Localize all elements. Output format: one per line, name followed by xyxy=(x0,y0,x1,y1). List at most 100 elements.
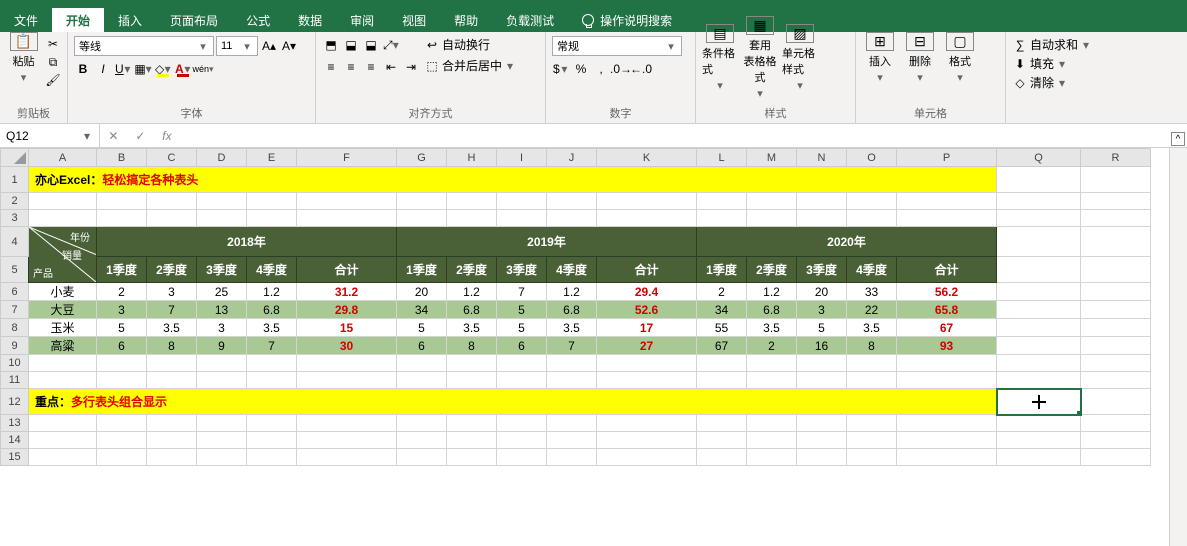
tab-数据[interactable]: 数据 xyxy=(284,8,336,32)
data-cell[interactable]: 56.2 xyxy=(897,283,997,301)
row-header[interactable]: 2 xyxy=(1,193,29,210)
border-icon[interactable]: ▦▾ xyxy=(134,60,152,78)
col-header[interactable]: F xyxy=(297,149,397,167)
autosum-button[interactable]: ∑自动求和▾ xyxy=(1012,36,1092,53)
font-size-combo[interactable]: 11▾ xyxy=(216,36,258,56)
decrease-font-icon[interactable]: A▾ xyxy=(280,37,298,55)
data-cell[interactable]: 31.2 xyxy=(297,283,397,301)
data-cell[interactable]: 5 xyxy=(397,319,447,337)
font-name-combo[interactable]: 等线▾ xyxy=(74,36,214,56)
tab-视图[interactable]: 视图 xyxy=(388,8,440,32)
col-header[interactable]: N xyxy=(797,149,847,167)
row-header[interactable]: 15 xyxy=(1,449,29,466)
data-cell[interactable]: 20 xyxy=(797,283,847,301)
data-cell[interactable]: 20 xyxy=(397,283,447,301)
data-cell[interactable]: 55 xyxy=(697,319,747,337)
data-cell[interactable]: 65.8 xyxy=(897,301,997,319)
col-header[interactable]: R xyxy=(1081,149,1151,167)
enter-icon[interactable]: ✓ xyxy=(135,129,145,143)
data-cell[interactable]: 93 xyxy=(897,337,997,355)
select-all-corner[interactable] xyxy=(1,149,29,167)
row-header[interactable]: 14 xyxy=(1,432,29,449)
data-cell[interactable]: 29.4 xyxy=(597,283,697,301)
spreadsheet-grid[interactable]: ABCDEFGHIJKLMNOPQR1亦心Excel：轻松搞定各种表头234年份… xyxy=(0,148,1151,466)
data-cell[interactable]: 6 xyxy=(497,337,547,355)
delete-cells-button[interactable]: ⊟删除▾ xyxy=(902,36,938,80)
data-cell[interactable]: 3.5 xyxy=(747,319,797,337)
row-header[interactable]: 10 xyxy=(1,355,29,372)
row-header[interactable]: 1 xyxy=(1,167,29,193)
data-cell[interactable]: 7 xyxy=(497,283,547,301)
data-cell[interactable]: 22 xyxy=(847,301,897,319)
data-cell[interactable]: 6.8 xyxy=(247,301,297,319)
fx-icon[interactable]: fx xyxy=(162,129,171,143)
col-header[interactable]: O xyxy=(847,149,897,167)
copy-icon[interactable]: ⧉ xyxy=(45,54,61,70)
col-header[interactable]: M xyxy=(747,149,797,167)
comma-icon[interactable]: , xyxy=(592,60,610,78)
data-cell[interactable]: 7 xyxy=(547,337,597,355)
data-cell[interactable]: 7 xyxy=(247,337,297,355)
accounting-icon[interactable]: $▾ xyxy=(552,60,570,78)
col-header[interactable]: I xyxy=(497,149,547,167)
row-header[interactable]: 3 xyxy=(1,210,29,227)
data-cell[interactable]: 33 xyxy=(847,283,897,301)
format-painter-icon[interactable]: 🖌 xyxy=(45,72,61,88)
data-cell[interactable]: 8 xyxy=(147,337,197,355)
tab-页面布局[interactable]: 页面布局 xyxy=(156,8,232,32)
align-right-icon[interactable]: ≡ xyxy=(362,58,380,76)
collapse-ribbon-button[interactable]: ^ xyxy=(1171,132,1185,146)
data-cell[interactable]: 7 xyxy=(147,301,197,319)
row-header[interactable]: 5 xyxy=(1,257,29,283)
font-color-icon[interactable]: A▾ xyxy=(174,60,192,78)
bold-icon[interactable]: B xyxy=(74,60,92,78)
data-cell[interactable]: 1.2 xyxy=(447,283,497,301)
tab-开始[interactable]: 开始 xyxy=(52,8,104,32)
align-top-icon[interactable]: ⬒ xyxy=(322,36,340,54)
tab-帮助[interactable]: 帮助 xyxy=(440,8,492,32)
col-header[interactable]: L xyxy=(697,149,747,167)
col-header[interactable]: A xyxy=(29,149,97,167)
data-cell[interactable]: 5 xyxy=(497,319,547,337)
formula-input[interactable] xyxy=(180,124,1187,147)
col-header[interactable]: D xyxy=(197,149,247,167)
data-cell[interactable]: 13 xyxy=(197,301,247,319)
data-cell[interactable]: 3.5 xyxy=(847,319,897,337)
data-cell[interactable]: 27 xyxy=(597,337,697,355)
italic-icon[interactable]: I xyxy=(94,60,112,78)
data-cell[interactable]: 29.8 xyxy=(297,301,397,319)
underline-icon[interactable]: U▾ xyxy=(114,60,132,78)
col-header[interactable]: G xyxy=(397,149,447,167)
align-bottom-icon[interactable]: ⬓ xyxy=(362,36,380,54)
tab-文件[interactable]: 文件 xyxy=(0,8,52,32)
data-cell[interactable]: 34 xyxy=(697,301,747,319)
data-cell[interactable]: 3.5 xyxy=(547,319,597,337)
cancel-icon[interactable]: ✕ xyxy=(108,129,118,143)
increase-font-icon[interactable]: A▴ xyxy=(260,37,278,55)
data-cell[interactable]: 67 xyxy=(897,319,997,337)
data-cell[interactable]: 67 xyxy=(697,337,747,355)
data-cell[interactable]: 34 xyxy=(397,301,447,319)
data-cell[interactable]: 9 xyxy=(197,337,247,355)
paste-button[interactable]: 📋 粘贴 ▾ xyxy=(6,36,41,80)
data-cell[interactable]: 1.2 xyxy=(547,283,597,301)
data-cell[interactable]: 15 xyxy=(297,319,397,337)
data-cell[interactable]: 3 xyxy=(147,283,197,301)
col-header[interactable]: K xyxy=(597,149,697,167)
col-header[interactable]: H xyxy=(447,149,497,167)
data-cell[interactable]: 6.8 xyxy=(447,301,497,319)
data-cell[interactable]: 6.8 xyxy=(747,301,797,319)
cut-icon[interactable]: ✂ xyxy=(45,36,61,52)
format-as-table-button[interactable]: ▦套用 表格格式▾ xyxy=(742,36,778,80)
data-cell[interactable]: 3.5 xyxy=(247,319,297,337)
selected-cell[interactable] xyxy=(997,389,1081,415)
data-cell[interactable]: 1.2 xyxy=(747,283,797,301)
data-cell[interactable]: 3 xyxy=(97,301,147,319)
conditional-format-button[interactable]: ▤条件格式▾ xyxy=(702,36,738,80)
data-cell[interactable]: 17 xyxy=(597,319,697,337)
col-header[interactable]: E xyxy=(247,149,297,167)
row-header[interactable]: 6 xyxy=(1,283,29,301)
col-header[interactable]: Q xyxy=(997,149,1081,167)
tab-审阅[interactable]: 审阅 xyxy=(336,8,388,32)
tell-me-search[interactable]: 操作说明搜索 xyxy=(568,8,686,32)
